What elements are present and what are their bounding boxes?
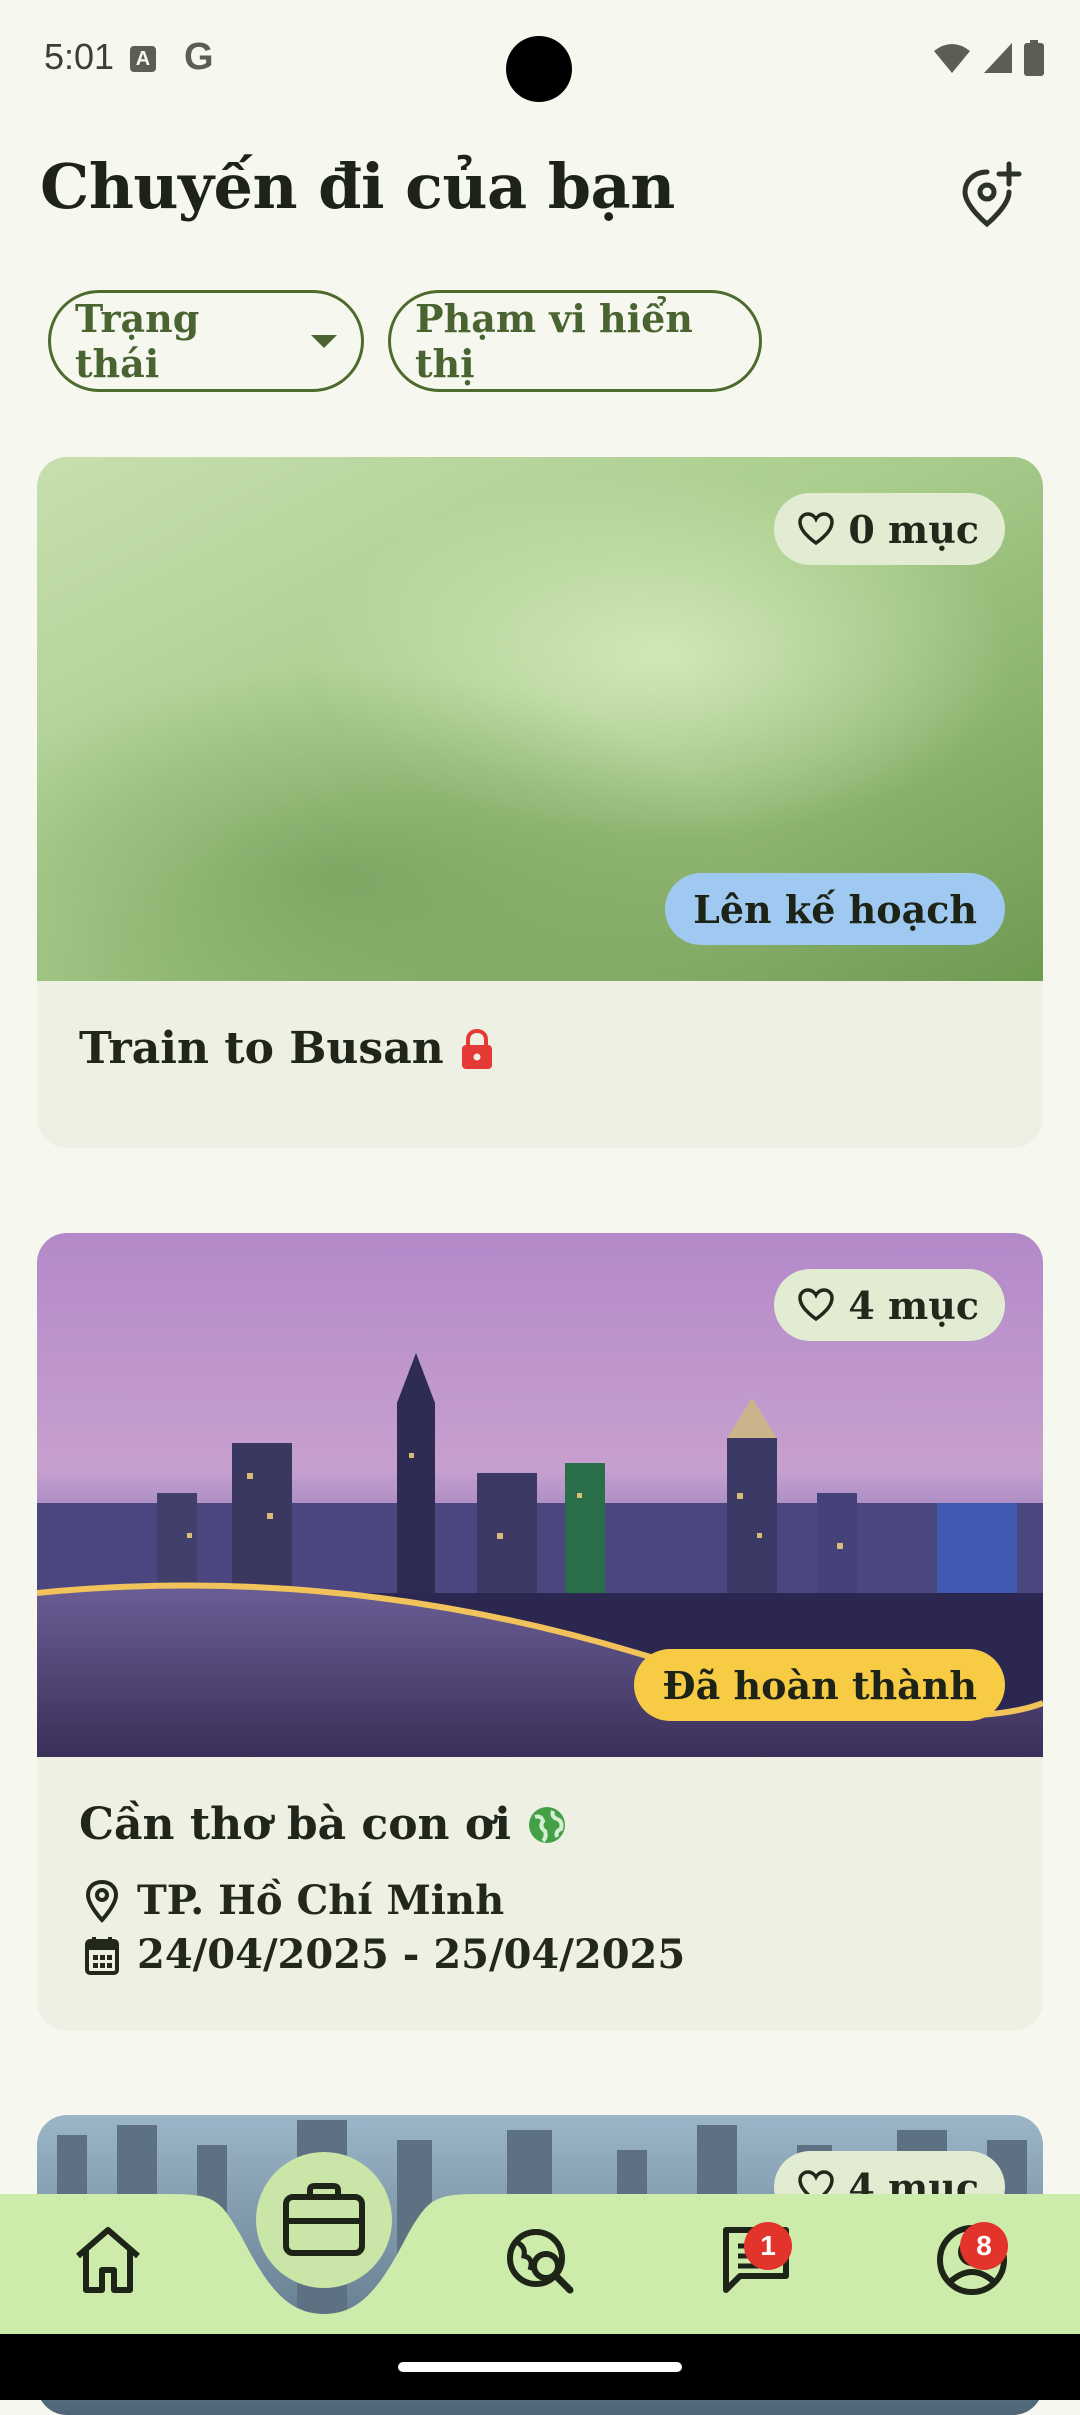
- calendar-icon: [85, 1936, 119, 1975]
- heart-icon: [798, 1288, 835, 1322]
- home-gesture-indicator[interactable]: [398, 2362, 682, 2372]
- dropdown-caret-icon: [311, 334, 337, 348]
- battery-icon: [1024, 40, 1044, 76]
- favorite-count: 0 mục: [848, 506, 979, 552]
- status-badge: Lên kế hoạch: [665, 873, 1005, 945]
- travel-explore-icon[interactable]: [500, 2220, 580, 2300]
- visibility-range-filter[interactable]: Phạm vi hiển thị: [388, 290, 762, 392]
- trips-tab-fab[interactable]: [256, 2152, 392, 2288]
- trip-title: Cần thơ bà con ơi: [79, 1799, 511, 1850]
- page-title: Chuyến đi của bạn: [40, 150, 675, 223]
- add-location-icon[interactable]: [955, 158, 1027, 230]
- chat-notification-badge: 1: [744, 2222, 792, 2270]
- trip-title-row: Cần thơ bà con ơi: [79, 1799, 567, 1850]
- location-pin-icon: [85, 1879, 119, 1923]
- profile-notification-badge: 8: [960, 2222, 1008, 2270]
- signal-icon: [984, 43, 1012, 73]
- briefcase-icon: [283, 2183, 365, 2256]
- trip-dates: 24/04/2025 - 25/04/2025: [137, 1931, 686, 1978]
- favorite-count-chip[interactable]: 4 mục: [774, 1269, 1005, 1341]
- globe-icon: [528, 1806, 565, 1843]
- status-time: 5:01: [44, 36, 115, 77]
- wifi-icon: [934, 44, 970, 73]
- favorite-count-chip[interactable]: 0 mục: [774, 493, 1005, 565]
- google-icon: G: [184, 36, 214, 78]
- status-bar: 5:01 A G: [0, 0, 1080, 120]
- trip-title-row: Train to Busan: [79, 1023, 494, 1074]
- status-badge: Đã hoàn thành: [634, 1649, 1005, 1721]
- trip-card[interactable]: 4 mục Đã hoàn thành Cần thơ bà con ơi TP…: [37, 1233, 1043, 2031]
- heart-icon: [798, 512, 835, 546]
- status-filter-dropdown[interactable]: Trạng thái: [48, 290, 364, 392]
- status-icons: [932, 40, 1044, 76]
- visibility-range-label: Phạm vi hiển thị: [415, 296, 693, 386]
- status-filter-label: Trạng thái: [75, 296, 200, 386]
- keyboard-a-icon: A: [130, 46, 156, 72]
- trip-card[interactable]: 0 mục Lên kế hoạch Train to Busan: [37, 457, 1043, 1148]
- camera-cutout: [506, 36, 572, 102]
- trip-location-row: TP. Hồ Chí Minh: [85, 1877, 504, 1924]
- home-icon[interactable]: [68, 2220, 148, 2300]
- favorite-count: 4 mục: [848, 1282, 979, 1328]
- trip-title: Train to Busan: [79, 1023, 444, 1074]
- lock-icon: [461, 1028, 492, 1069]
- trip-dates-row: 24/04/2025 - 25/04/2025: [85, 1931, 685, 1978]
- trip-location: TP. Hồ Chí Minh: [137, 1877, 505, 1924]
